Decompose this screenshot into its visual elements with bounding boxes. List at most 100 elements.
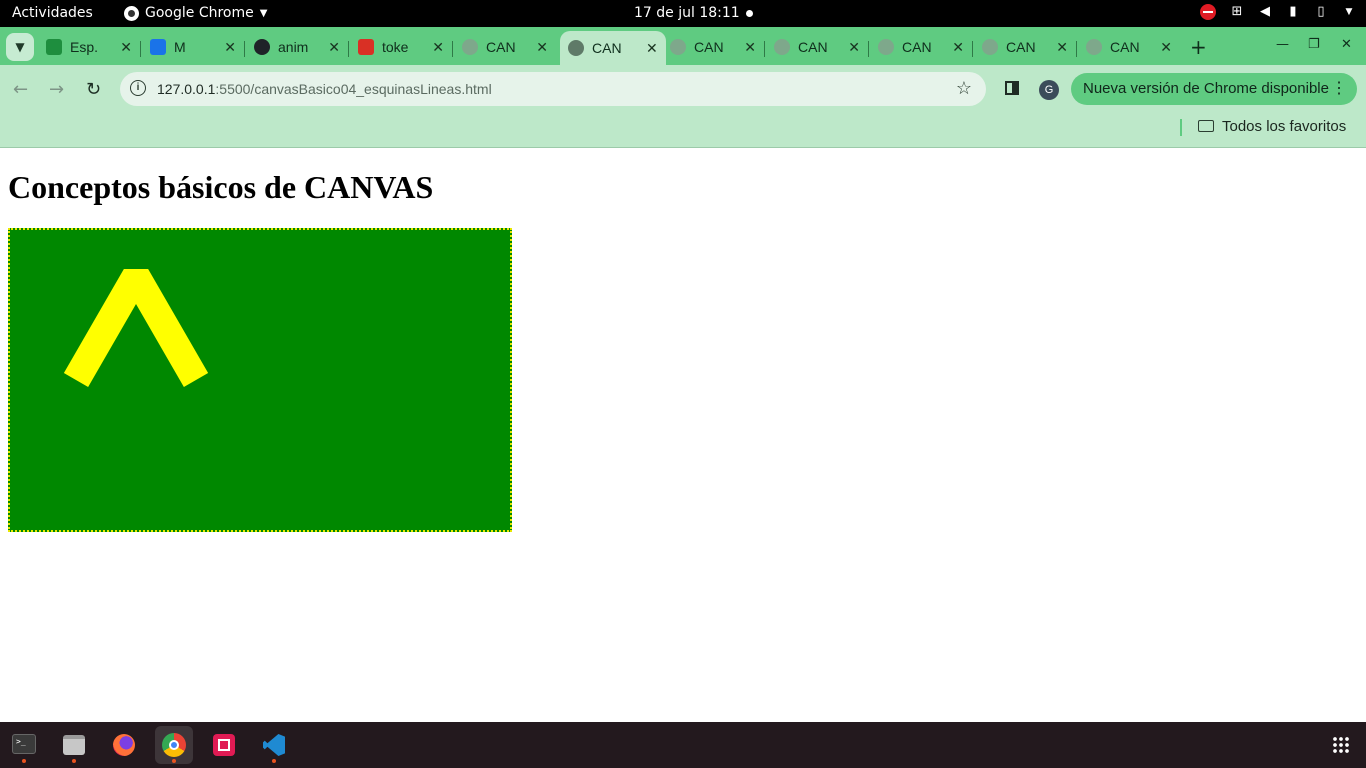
running-indicator [172,759,176,763]
vscode-dock-item[interactable] [255,726,293,764]
canvas-element [8,228,512,532]
tab-search-button[interactable]: ▼ [6,33,34,61]
system-top-bar: Actividades Google Chrome ▼ 17 de jul 18… [0,0,1366,27]
contacts-icon [46,39,62,55]
network-icon: ⊞ [1231,4,1243,19]
close-tab-icon[interactable]: ✕ [848,39,860,56]
tab-title: M [174,39,186,55]
url-host: 127.0.0.1 [157,81,216,97]
address-bar[interactable]: i 127.0.0.1:5500/canvasBasico04_esquinas… [120,72,986,106]
tab-title: CAN [486,39,516,55]
tab-title: CAN [592,40,622,56]
forward-button[interactable]: → [49,79,64,100]
all-bookmarks-button[interactable]: Todos los favoritos [1222,118,1346,135]
dock: >_ [0,722,1366,768]
side-panel-icon[interactable] [1005,81,1019,95]
chrome-icon-center [169,740,179,750]
browser-tab[interactable]: CAN ✕ [982,31,1068,63]
browser-tab[interactable]: CAN ✕ [462,31,548,63]
running-indicator [22,759,26,763]
browser-tab[interactable]: CAN ✕ [670,31,756,63]
close-tab-icon[interactable]: ✕ [224,39,236,56]
microphone-icon: ▮ [1289,4,1297,19]
url-path: :5500/canvasBasico04_esquinasLineas.html [215,81,492,97]
restore-button[interactable]: ❐ [1308,37,1320,52]
app-menu[interactable]: Google Chrome ▼ [124,5,267,21]
canvas-drawing [63,269,209,387]
browser-tab[interactable]: CAN ✕ [560,31,666,65]
tab-separator [140,41,141,57]
running-indicator [272,759,276,763]
browser-toolbar: ← → ↻ i 127.0.0.1:5500/canvasBasico04_es… [0,65,1366,113]
bookmarks-bar: Todos los favoritos [0,113,1366,148]
firefox-icon [113,734,135,756]
browser-tab[interactable]: CAN ✕ [878,31,964,63]
tab-title: CAN [694,39,724,55]
close-tab-icon[interactable]: ✕ [432,39,444,56]
close-tab-icon[interactable]: ✕ [1056,39,1068,56]
tab-separator [244,41,245,57]
browser-tab[interactable]: CAN ✕ [1086,31,1172,63]
tab-separator [452,41,453,57]
more-vert-icon: ⋮ [1331,80,1347,97]
tab-title: anim [278,39,309,55]
meet-icon [150,39,166,55]
firefox-dock-item[interactable] [105,726,143,764]
globe-icon [1086,39,1102,55]
clock[interactable]: 17 de jul 18:11 [634,5,740,21]
system-tray[interactable]: ⊞ ◀ ▮ ▯ ▼ [1200,4,1356,20]
chrome-update-button[interactable]: Nueva versión de Chrome disponible ⋮ [1071,73,1357,105]
chevron-down-icon: ▼ [259,7,268,19]
globe-icon [462,39,478,55]
screenshot-dock-item[interactable] [205,726,243,764]
tab-separator [764,41,765,57]
chrome-dock-item[interactable] [155,726,193,764]
browser-tab[interactable]: toke ✕ [358,31,444,63]
browser-tab[interactable]: CAN ✕ [774,31,860,63]
globe-icon [774,39,790,55]
tab-strip: ▼ Esp. ✕ M ✕ anim ✕ toke ✕ CAN ✕ CAN ✕ CAN ✕ CAN ✕ CAN ✕ C… [0,27,1366,65]
page-content: Conceptos básicos de CANVAS [0,148,1366,722]
volume-icon: ◀ [1260,4,1270,19]
close-tab-icon[interactable]: ✕ [952,39,964,56]
tab-separator [348,41,349,57]
crop-icon [218,739,230,751]
update-label: Nueva versión de Chrome disponible [1083,80,1329,97]
tab-title: CAN [1110,39,1140,55]
bookmarks-separator [1180,119,1182,136]
terminal-icon: >_ [12,734,36,754]
bookmark-star-icon[interactable]: ☆ [956,78,972,99]
browser-tab[interactable]: M ✕ [150,31,236,63]
globe-icon [670,39,686,55]
site-info-icon[interactable]: i [130,80,146,96]
app-menu-label: Google Chrome [145,5,254,21]
profile-avatar[interactable]: G [1039,80,1059,100]
close-tab-icon[interactable]: ✕ [328,39,340,56]
tab-separator [1076,41,1077,57]
running-indicator [72,759,76,763]
files-dock-item[interactable] [55,726,93,764]
browser-tab[interactable]: anim ✕ [254,31,340,63]
tab-title: Esp. [70,39,99,55]
tab-title: toke [382,39,409,55]
folder-icon[interactable] [1198,120,1214,132]
close-window-button[interactable]: ✕ [1341,37,1352,52]
close-tab-icon[interactable]: ✕ [744,39,756,56]
back-button[interactable]: ← [13,79,28,100]
close-tab-icon[interactable]: ✕ [1160,39,1172,56]
browser-tab[interactable]: Esp. ✕ [46,31,132,63]
new-tab-button[interactable]: + [1190,35,1207,59]
github-icon [254,39,270,55]
close-tab-icon[interactable]: ✕ [646,40,658,57]
show-apps-grid-icon[interactable] [1332,736,1350,754]
globe-icon [878,39,894,55]
activities-button[interactable]: Actividades [12,5,93,21]
chevron-down-icon: ▼ [1345,7,1353,17]
tab-title: CAN [1006,39,1036,55]
close-tab-icon[interactable]: ✕ [536,39,548,56]
globe-icon [568,40,584,56]
minimize-button[interactable]: — [1276,37,1289,52]
terminal-dock-item[interactable]: >_ [5,726,43,764]
close-tab-icon[interactable]: ✕ [120,39,132,56]
reload-button[interactable]: ↻ [86,79,101,100]
